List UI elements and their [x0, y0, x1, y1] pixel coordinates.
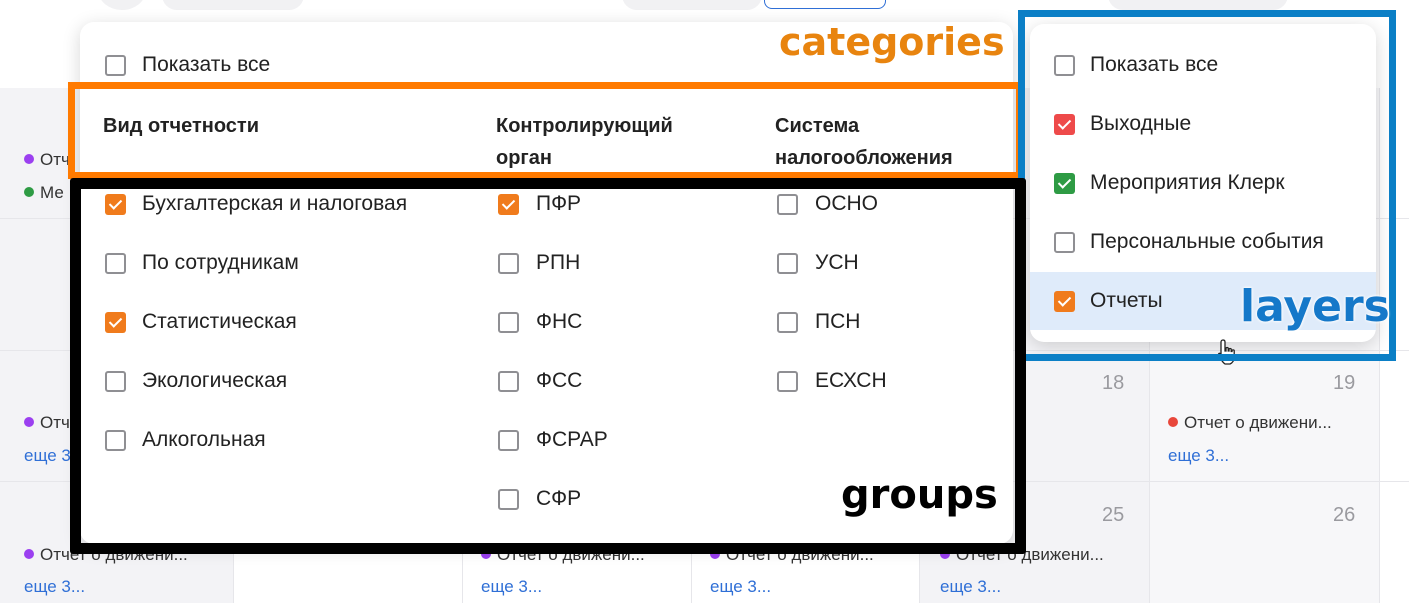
checkbox[interactable]	[105, 55, 126, 76]
calendar-event[interactable]: Отчет о движени...	[940, 545, 1104, 565]
event-dot	[1168, 417, 1178, 427]
checkbox-label: Выходные	[1090, 112, 1192, 135]
checkbox-label: СФР	[536, 487, 582, 510]
checkbox[interactable]	[1054, 291, 1075, 312]
checkbox-label: Алкогольная	[142, 428, 266, 451]
checkbox-label: ЕСХСН	[815, 369, 887, 392]
checkbox[interactable]	[105, 371, 126, 392]
checkbox[interactable]	[1054, 55, 1075, 76]
toolbar-filter-button[interactable]	[764, 0, 886, 9]
column-header-authority: Контролирующий орган	[496, 115, 673, 169]
checkbox[interactable]	[498, 312, 519, 333]
more-events-link[interactable]: еще 3...	[481, 577, 542, 597]
event-dot	[24, 154, 34, 164]
toolbar-round-button[interactable]	[98, 0, 146, 10]
calendar-event[interactable]: Отчет о движени...	[24, 545, 188, 565]
event-dot	[940, 549, 950, 559]
event-dot	[24, 187, 34, 197]
checkbox-label: ПСН	[815, 310, 861, 333]
calendar-event[interactable]: Ме	[24, 183, 64, 203]
layers-annotation: layers	[1240, 281, 1390, 332]
calendar-event[interactable]: Отчет о движени...	[1168, 413, 1332, 433]
checkbox[interactable]	[105, 312, 126, 333]
column-header-report-type: Вид отчетности	[103, 115, 260, 137]
toolbar-pill[interactable]	[162, 0, 304, 10]
checkbox-label: Статистическая	[142, 310, 297, 333]
checkbox-label: УСН	[815, 251, 859, 274]
calendar-event[interactable]: Отчет о движени...	[710, 545, 874, 565]
day-number: 26	[1333, 504, 1356, 526]
checkbox[interactable]	[777, 253, 798, 274]
toolbar-pill-2[interactable]	[622, 0, 762, 10]
event-dot	[481, 549, 491, 559]
event-dot	[24, 417, 34, 427]
checkbox-label: Отчеты	[1090, 289, 1163, 312]
checkbox-label: РПН	[536, 251, 581, 274]
groups-annotation: groups	[841, 472, 998, 518]
checkbox-label: ФСРАР	[536, 428, 608, 451]
checkbox[interactable]	[498, 194, 519, 215]
calendar-event[interactable]: Отч	[24, 413, 70, 433]
filter-panel	[80, 22, 1013, 544]
top-toolbar	[0, 0, 1409, 22]
checkbox[interactable]	[777, 194, 798, 215]
day-number: 25	[1102, 504, 1125, 526]
toolbar-pill-3[interactable]	[1108, 0, 1288, 10]
checkbox[interactable]	[498, 489, 519, 510]
checkbox[interactable]	[498, 430, 519, 451]
more-events-link[interactable]: еще 3...	[24, 577, 85, 597]
checkbox[interactable]	[777, 312, 798, 333]
checkbox[interactable]	[498, 371, 519, 392]
event-dot	[710, 549, 720, 559]
checkbox[interactable]	[105, 430, 126, 451]
day-number: 19	[1333, 372, 1356, 394]
checkbox[interactable]	[777, 371, 798, 392]
more-events-link[interactable]: еще 3...	[940, 577, 1001, 597]
checkbox-label: Персональные события	[1090, 230, 1324, 253]
checkbox-label: Показать все	[142, 53, 271, 76]
checkbox-label: ПФР	[536, 192, 582, 215]
checkbox-label: Показать все	[1090, 53, 1219, 76]
checkbox-label: Экологическая	[142, 369, 288, 392]
categories-annotation: categories	[779, 20, 1005, 64]
more-events-link[interactable]: еще 3	[24, 446, 71, 466]
grid-line	[1379, 88, 1380, 603]
hand-cursor-icon	[1217, 339, 1235, 365]
checkbox-label: ФСС	[536, 369, 583, 392]
checkbox[interactable]	[105, 194, 126, 215]
more-events-link[interactable]: еще 3...	[710, 577, 771, 597]
calendar-event[interactable]: Отч	[24, 150, 70, 170]
checkbox[interactable]	[498, 253, 519, 274]
checkbox-label: Бухгалтерская и налоговая	[142, 192, 408, 215]
column-header-tax-system: Система налогообложения	[775, 115, 953, 169]
calendar-event[interactable]: Отчет о движени...	[481, 545, 645, 565]
checkbox-label: ФНС	[536, 310, 583, 333]
checkbox[interactable]	[1054, 173, 1075, 194]
checkbox[interactable]	[105, 253, 126, 274]
checkbox[interactable]	[1054, 114, 1075, 135]
checkbox-label: Мероприятия Клерк	[1090, 171, 1285, 194]
event-dot	[24, 549, 34, 559]
checkbox-label: ОСНО	[815, 192, 878, 215]
day-number: 18	[1102, 372, 1125, 394]
more-events-link[interactable]: еще 3...	[1168, 446, 1229, 466]
checkbox[interactable]	[1054, 232, 1075, 253]
checkbox-label: По сотрудникам	[142, 251, 299, 274]
